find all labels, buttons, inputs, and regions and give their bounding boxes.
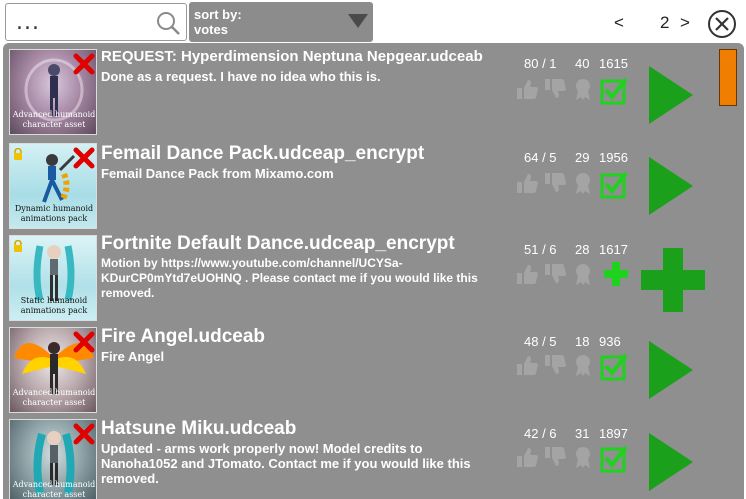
thumbs-up-icon[interactable] bbox=[515, 77, 539, 101]
thumbs-up-icon[interactable] bbox=[515, 171, 539, 195]
ribbon-icon bbox=[576, 79, 590, 100]
asset-description: Femail Dance Pack from Mixamo.com bbox=[101, 166, 334, 181]
asset-thumbnail: Advanced humanoid character asset bbox=[9, 49, 97, 135]
download-count: 936 bbox=[599, 334, 621, 349]
vote-count: 64 / 5 bbox=[524, 150, 557, 165]
thumbs-up-icon[interactable] bbox=[515, 445, 539, 469]
delete-icon[interactable] bbox=[72, 422, 96, 446]
list-item[interactable]: Advanced humanoid character asset Hatsun… bbox=[3, 413, 744, 499]
check-icon[interactable] bbox=[600, 351, 630, 381]
list-item[interactable]: Static humanoid animations pack Fortnite… bbox=[3, 229, 744, 321]
asset-thumbnail: Advanced humanoid character asset bbox=[9, 327, 97, 413]
vote-count: 48 / 5 bbox=[524, 334, 557, 349]
thumbnail-caption: Advanced humanoid character asset bbox=[12, 110, 96, 129]
ribbon-count: 28 bbox=[575, 242, 590, 257]
asset-title[interactable]: Fire Angel.udceab bbox=[101, 326, 265, 348]
asset-title[interactable]: REQUEST: Hyperdimension Neptuna Nepgear.… bbox=[101, 48, 483, 65]
ribbon-count: 29 bbox=[575, 150, 590, 165]
ribbon-icon bbox=[576, 447, 590, 468]
prev-page-button[interactable]: < bbox=[614, 13, 624, 33]
search-input[interactable]: ... bbox=[5, 3, 187, 41]
asset-thumbnail: Static humanoid animations pack bbox=[9, 235, 97, 321]
thumbs-down-icon[interactable] bbox=[543, 77, 567, 101]
list-item[interactable]: Dynamic humanoid animations pack Femail … bbox=[3, 137, 744, 229]
asset-browser: ... sort by: votes < 2 > Advanced humano… bbox=[0, 0, 746, 499]
plus-icon[interactable] bbox=[641, 248, 705, 312]
check-icon[interactable] bbox=[600, 169, 630, 199]
asset-thumbnail: Dynamic humanoid animations pack bbox=[9, 143, 97, 229]
list-item[interactable]: Advanced humanoid character asset Fire A… bbox=[3, 321, 744, 413]
asset-description: Fire Angel bbox=[101, 349, 165, 364]
asset-title[interactable]: Hatsune Miku.udceab bbox=[101, 418, 296, 440]
ribbon-count: 31 bbox=[575, 426, 590, 441]
vote-count: 51 / 6 bbox=[524, 242, 557, 257]
thumbs-down-icon[interactable] bbox=[543, 262, 567, 286]
next-page-button[interactable]: > bbox=[680, 13, 690, 33]
thumbnail-caption: Advanced humanoid character asset bbox=[12, 480, 96, 499]
asset-description: Updated - arms work properly now! Model … bbox=[101, 441, 471, 486]
play-arrow-icon[interactable] bbox=[649, 157, 693, 215]
search-input-value: ... bbox=[16, 10, 40, 35]
download-count: 1897 bbox=[599, 426, 628, 441]
search-icon[interactable] bbox=[156, 11, 180, 35]
small-plus-icon[interactable] bbox=[603, 261, 629, 287]
vote-count: 80 / 1 bbox=[524, 56, 557, 71]
chevron-down-icon bbox=[348, 14, 368, 28]
asset-title[interactable]: Fortnite Default Dance.udceap_encrypt bbox=[101, 233, 455, 255]
thumbs-down-icon[interactable] bbox=[543, 171, 567, 195]
vote-count: 42 / 6 bbox=[524, 426, 557, 441]
ribbon-count: 18 bbox=[575, 334, 590, 349]
delete-icon[interactable] bbox=[72, 146, 96, 170]
download-count: 1956 bbox=[599, 150, 628, 165]
list-item[interactable]: Advanced humanoid character asset REQUES… bbox=[3, 43, 744, 135]
asset-title[interactable]: Femail Dance Pack.udceap_encrypt bbox=[101, 143, 424, 165]
delete-icon[interactable] bbox=[72, 330, 96, 354]
ribbon-icon bbox=[576, 264, 590, 285]
check-icon[interactable] bbox=[600, 443, 630, 473]
play-arrow-icon[interactable] bbox=[649, 66, 693, 124]
sort-label: sort by: bbox=[194, 7, 242, 22]
asset-description: Motion by https://www.youtube.com/channe… bbox=[101, 256, 478, 300]
sort-value: votes bbox=[194, 22, 228, 37]
download-count: 1617 bbox=[599, 242, 628, 257]
ribbon-count: 40 bbox=[575, 56, 590, 71]
asset-description: Done as a request. I have no idea who th… bbox=[101, 69, 381, 84]
thumbs-up-icon[interactable] bbox=[515, 262, 539, 286]
play-arrow-icon[interactable] bbox=[649, 433, 693, 491]
close-icon[interactable] bbox=[707, 9, 737, 39]
thumbnail-caption: Static humanoid animations pack bbox=[20, 296, 88, 315]
thumbnail-caption: Advanced humanoid character asset bbox=[12, 388, 96, 407]
thumbs-down-icon[interactable] bbox=[543, 353, 567, 377]
download-count: 1615 bbox=[599, 56, 628, 71]
thumbs-down-icon[interactable] bbox=[543, 445, 567, 469]
play-arrow-icon[interactable] bbox=[649, 341, 693, 399]
scrollbar-thumb[interactable] bbox=[719, 49, 737, 106]
asset-list: Advanced humanoid character asset REQUES… bbox=[3, 43, 744, 499]
thumbnail-caption: Dynamic humanoid animations pack bbox=[14, 204, 94, 223]
ribbon-icon bbox=[576, 355, 590, 376]
sort-dropdown[interactable]: sort by: votes bbox=[189, 2, 373, 42]
thumbs-up-icon[interactable] bbox=[515, 353, 539, 377]
lock-icon bbox=[14, 148, 22, 160]
ribbon-icon bbox=[576, 173, 590, 194]
asset-thumbnail: Advanced humanoid character asset bbox=[9, 419, 97, 499]
page-number: 2 bbox=[660, 13, 670, 32]
lock-icon bbox=[14, 240, 22, 252]
delete-icon[interactable] bbox=[72, 52, 96, 76]
check-icon[interactable] bbox=[600, 75, 630, 105]
